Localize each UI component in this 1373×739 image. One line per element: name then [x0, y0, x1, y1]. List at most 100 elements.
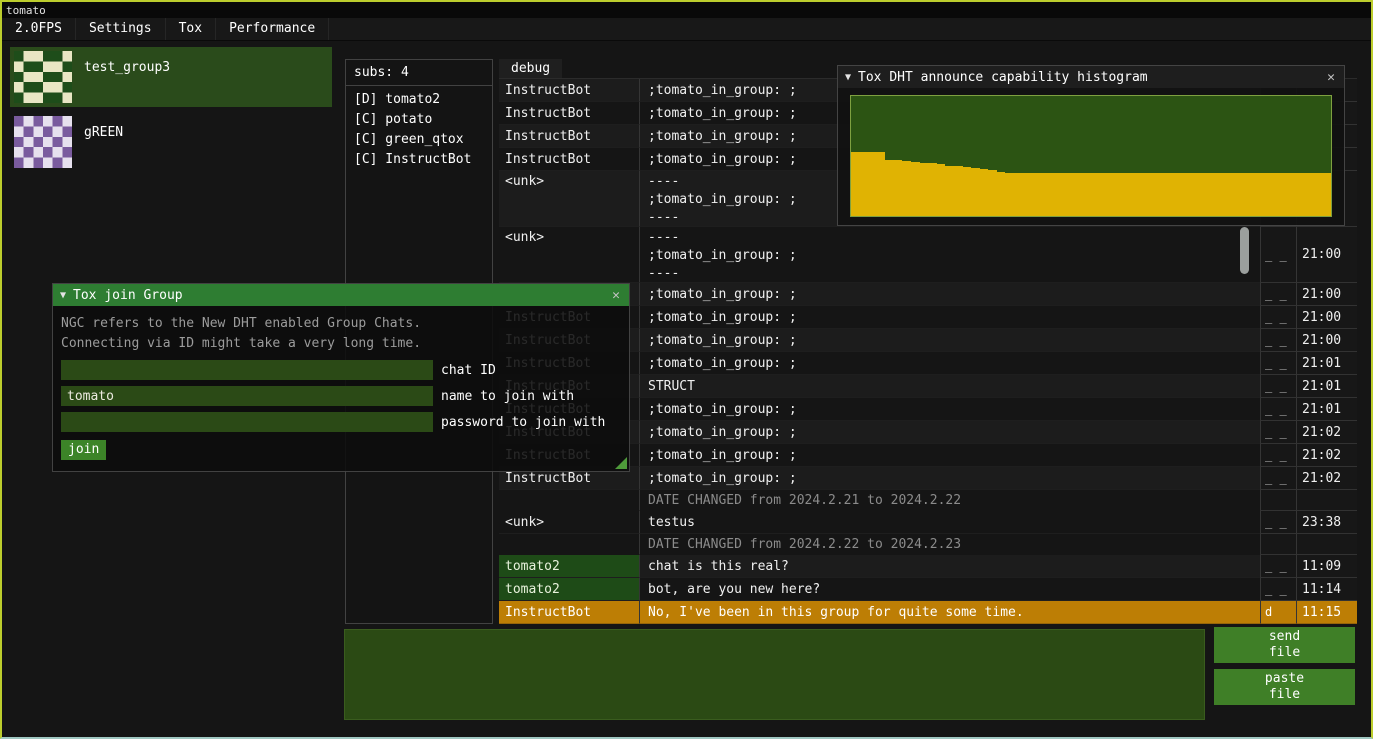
message-text: ;tomato_in_group: ; [639, 329, 1260, 352]
histogram-bar [1323, 173, 1332, 216]
message-author: tomato2 [499, 578, 639, 601]
histogram-bar [920, 163, 929, 216]
subs-member[interactable]: [C] green_qtox [346, 130, 492, 150]
subs-member[interactable]: [C] potato [346, 110, 492, 130]
message-flags: _ _ [1260, 444, 1296, 467]
menu-item-performance[interactable]: Performance [216, 18, 329, 40]
histogram-bar [1280, 173, 1289, 216]
histogram-bar [1023, 173, 1032, 216]
fps-counter: 2.0FPS [2, 18, 76, 40]
subs-count-header: subs: 4 [346, 60, 492, 85]
join-password-input[interactable] [61, 412, 433, 432]
histogram-bar [1220, 173, 1229, 216]
message-text: DATE CHANGED from 2024.2.22 to 2024.2.23 [639, 534, 1260, 555]
message-text: chat is this real? [639, 555, 1260, 578]
message-author: InstructBot [499, 125, 639, 148]
message-flags: _ _ [1260, 375, 1296, 398]
menu-item-tox[interactable]: Tox [166, 18, 216, 40]
message-flags: _ _ [1260, 227, 1296, 283]
histogram-bar [1306, 173, 1315, 216]
histogram-bar [997, 172, 1006, 216]
chat-scrollbar-thumb[interactable] [1240, 227, 1249, 274]
histogram-bar [1031, 173, 1040, 216]
histogram-bar [937, 164, 946, 216]
message-text: ;tomato_in_group: ; [639, 421, 1260, 444]
chat-id-label: chat ID [441, 363, 496, 378]
histogram-bar [1177, 173, 1186, 216]
histogram-bar [1100, 173, 1109, 216]
message-timestamp: 21:00 [1296, 283, 1357, 306]
collapse-icon[interactable]: ▼ [60, 290, 66, 301]
histogram-bar [963, 167, 972, 216]
message-timestamp: 21:00 [1296, 227, 1357, 283]
message-flags: _ _ [1260, 306, 1296, 329]
histogram-bar [1126, 173, 1135, 216]
message-text: ;tomato_in_group: ; [639, 398, 1260, 421]
app-window: tomato 2.0FPS SettingsToxPerformance tes… [0, 0, 1373, 739]
histogram-bar [988, 170, 997, 216]
histogram-bar [1168, 173, 1177, 216]
join-button[interactable]: join [61, 440, 106, 460]
join-password-label: password to join with [441, 415, 605, 430]
histogram-bar [1263, 173, 1272, 216]
message-text: ;tomato_in_group: ; [639, 467, 1260, 490]
histogram-bar [1151, 173, 1160, 216]
sidebar-item-green[interactable]: gREEN [10, 112, 332, 172]
join-group-titlebar: ▼ Tox join Group ✕ [53, 284, 629, 306]
chat-message-row: tomato2chat is this real?_ _11:09 [499, 555, 1357, 578]
sidebar-item-test_group3[interactable]: test_group3 [10, 47, 332, 107]
send-file-button[interactable]: send file [1214, 627, 1355, 663]
date-separator-row: DATE CHANGED from 2024.2.21 to 2024.2.22 [499, 490, 1357, 511]
dht-histogram-titlebar: ▼ Tox DHT announce capability histogram … [838, 66, 1344, 88]
dht-histogram-window: ▼ Tox DHT announce capability histogram … [837, 65, 1345, 226]
group-avatar-icon [14, 51, 72, 103]
histogram-bar [1203, 173, 1212, 216]
histogram-bar [1134, 173, 1143, 216]
histogram-bar [885, 160, 894, 216]
message-flags [1260, 534, 1296, 555]
histogram-bar [1314, 173, 1323, 216]
resize-grip[interactable] [615, 457, 627, 469]
menu-item-settings[interactable]: Settings [76, 18, 166, 40]
message-flags [1260, 490, 1296, 511]
message-author: tomato2 [499, 555, 639, 578]
group-name: test_group3 [84, 60, 170, 103]
subs-member[interactable]: [C] InstructBot [346, 150, 492, 170]
window-titlebar: tomato [2, 2, 1371, 18]
close-icon[interactable]: ✕ [610, 288, 622, 303]
chat-id-input[interactable] [61, 360, 433, 380]
histogram-plot [850, 95, 1332, 217]
message-input[interactable] [344, 629, 1205, 720]
subs-member[interactable]: [D] tomato2 [346, 90, 492, 110]
collapse-icon[interactable]: ▼ [845, 72, 851, 83]
message-text: STRUCT [639, 375, 1260, 398]
tab-debug[interactable]: debug [499, 59, 562, 78]
chat-message-row: <unk>----;tomato_in_group: ;----_ _21:00 [499, 227, 1357, 283]
histogram-bar [945, 166, 954, 216]
histogram-bar [1211, 173, 1220, 216]
message-flags: _ _ [1260, 421, 1296, 444]
histogram-bar [1014, 173, 1023, 216]
message-flags: _ _ [1260, 511, 1296, 534]
subs-member-list: [D] tomato2[C] potato[C] green_qtox[C] I… [346, 90, 492, 170]
histogram-bar [894, 160, 903, 216]
menu-items: SettingsToxPerformance [76, 18, 329, 40]
paste-file-button[interactable]: paste file [1214, 669, 1355, 705]
join-name-input[interactable] [61, 386, 433, 406]
message-author [499, 490, 639, 511]
histogram-bars [851, 96, 1331, 216]
message-author: InstructBot [499, 148, 639, 171]
message-timestamp [1296, 490, 1357, 511]
close-icon[interactable]: ✕ [1325, 70, 1337, 85]
message-text: ----;tomato_in_group: ;---- [639, 227, 1260, 283]
chat-message-row: tomato2bot, are you new here?_ _11:14 [499, 578, 1357, 601]
message-timestamp: 21:01 [1296, 398, 1357, 421]
chat-message-row: <unk>testus_ _23:38 [499, 511, 1357, 534]
message-flags: _ _ [1260, 578, 1296, 601]
window-title: tomato [6, 4, 46, 17]
histogram-bar [1048, 173, 1057, 216]
histogram-bar [868, 152, 877, 216]
message-text: ;tomato_in_group: ; [639, 306, 1260, 329]
message-author: InstructBot [499, 79, 639, 102]
message-text: testus [639, 511, 1260, 534]
